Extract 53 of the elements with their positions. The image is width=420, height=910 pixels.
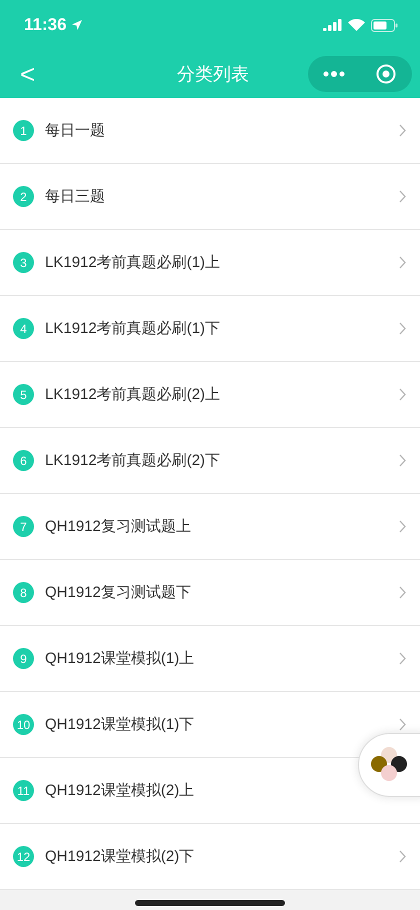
item-label: QH1912课堂模拟(1)下 <box>45 715 196 734</box>
item-number: 12 <box>13 846 34 867</box>
category-item[interactable]: 6 LK1912考前真题必刷(2)下 <box>0 428 420 494</box>
status-time: 11:36 <box>24 15 67 35</box>
chevron-right-icon <box>399 256 406 269</box>
wifi-icon <box>348 19 365 31</box>
item-number: 1 <box>13 120 34 141</box>
item-label: 每日一题 <box>45 121 106 140</box>
chevron-right-icon <box>399 190 406 203</box>
item-number: 5 <box>13 384 34 405</box>
item-label: QH1912复习测试题下 <box>45 583 192 602</box>
location-arrow-icon <box>70 19 83 31</box>
chevron-right-icon <box>399 652 406 665</box>
chevron-right-icon <box>399 322 406 335</box>
category-item[interactable]: 2 每日三题 <box>0 164 420 230</box>
chevron-right-icon <box>399 520 406 533</box>
chevron-right-icon <box>399 850 406 863</box>
category-item[interactable]: 1 每日一题 <box>0 98 420 164</box>
item-label: LK1912考前真题必刷(2)上 <box>45 385 222 404</box>
signal-icon <box>323 19 342 31</box>
item-number: 8 <box>13 582 34 603</box>
category-item[interactable]: 9 QH1912课堂模拟(1)上 <box>0 626 420 692</box>
page-title: 分类列表 <box>177 63 249 86</box>
chevron-right-icon <box>399 124 406 137</box>
item-number: 11 <box>13 780 34 801</box>
item-number: 9 <box>13 648 34 669</box>
item-number: 6 <box>13 450 34 471</box>
item-number: 3 <box>13 252 34 273</box>
item-label: QH1912复习测试题上 <box>45 517 192 536</box>
category-item[interactable]: 3 LK1912考前真题必刷(1)上 <box>0 230 420 296</box>
target-icon <box>376 64 396 84</box>
item-label: QH1912课堂模拟(2)下 <box>45 847 196 866</box>
item-label: QH1912课堂模拟(2)上 <box>45 781 196 800</box>
category-item[interactable]: 8 QH1912复习测试题下 <box>0 560 420 626</box>
chevron-right-icon <box>399 388 406 401</box>
item-label: LK1912考前真题必刷(1)下 <box>45 319 222 338</box>
item-label: QH1912课堂模拟(1)上 <box>45 649 196 668</box>
category-item[interactable]: 5 LK1912考前真题必刷(2)上 <box>0 362 420 428</box>
item-label: 每日三题 <box>45 187 106 206</box>
item-number: 4 <box>13 318 34 339</box>
item-label: LK1912考前真题必刷(1)上 <box>45 253 222 272</box>
more-icon <box>323 71 345 77</box>
battery-icon <box>371 18 398 32</box>
item-number: 2 <box>13 186 34 207</box>
chevron-right-icon <box>399 454 406 467</box>
item-label: LK1912考前真题必刷(2)下 <box>45 451 222 470</box>
chevron-right-icon <box>399 718 406 731</box>
category-item[interactable]: 12 QH1912课堂模拟(2)下 <box>0 824 420 890</box>
chevron-right-icon <box>399 586 406 599</box>
category-item[interactable]: 4 LK1912考前真题必刷(1)下 <box>0 296 420 362</box>
category-item[interactable]: 7 QH1912复习测试题上 <box>0 494 420 560</box>
item-number: 7 <box>13 516 34 537</box>
item-number: 10 <box>13 714 34 735</box>
